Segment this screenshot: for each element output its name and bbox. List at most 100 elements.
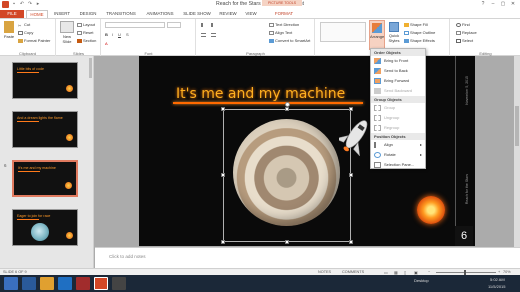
find-button[interactable]: Find	[456, 22, 470, 27]
acrobat-icon[interactable]	[76, 277, 90, 290]
text-direction-button[interactable]: Text Direction	[269, 22, 299, 27]
bold-button[interactable]: B	[105, 32, 108, 37]
align-text-button[interactable]: Align Text	[269, 30, 292, 35]
resize-handle[interactable]	[221, 240, 225, 244]
align-left-button[interactable]	[201, 32, 207, 37]
bring-forward-item[interactable]: Bring Forward	[371, 76, 425, 86]
powerpoint-taskbar-icon[interactable]	[94, 277, 108, 290]
underline-button[interactable]: U	[118, 32, 121, 37]
shadow-button[interactable]: S	[126, 32, 129, 37]
slide-divider	[455, 56, 456, 246]
slide-thumbnail-selected[interactable]: It's me and my machine	[12, 160, 78, 197]
resize-handle[interactable]	[221, 107, 225, 111]
section-button[interactable]: Section	[77, 38, 96, 43]
desktop-toolbar[interactable]: Desktop	[414, 278, 429, 283]
minimize-button[interactable]: –	[488, 0, 498, 8]
slide-thumbnail[interactable]: Eager to join for race	[12, 209, 78, 246]
bring-to-front-item[interactable]: Bring to Front	[371, 56, 425, 66]
tab-slide-show[interactable]: SLIDE SHOW	[180, 10, 214, 18]
tab-view[interactable]: VIEW	[242, 10, 260, 18]
group-item[interactable]: Group	[371, 103, 425, 113]
outlook-icon[interactable]	[58, 277, 72, 290]
clock-time[interactable]: 5:02 AM	[490, 277, 505, 282]
paste-button[interactable]: Paste	[2, 21, 16, 39]
selection-pane-item[interactable]: Selection Pane...	[371, 160, 425, 170]
notes-toggle[interactable]: NOTES	[318, 270, 331, 274]
new-slide-button[interactable]: New Slide	[59, 21, 75, 44]
tab-file[interactable]: FILE	[0, 10, 24, 18]
replace-button[interactable]: Replace	[456, 30, 477, 35]
tab-format[interactable]: FORMAT	[270, 10, 298, 18]
slide-number: 6	[455, 226, 473, 246]
start-icon[interactable]	[4, 277, 18, 290]
help-button[interactable]: ?	[478, 0, 488, 8]
slide-thumbnail[interactable]: And a dream lights the flame	[12, 111, 78, 148]
align-item[interactable]: Align ▸	[371, 140, 425, 150]
font-name-box[interactable]	[105, 22, 165, 28]
quick-styles-button[interactable]: Quick Styles	[386, 20, 402, 50]
regroup-icon	[374, 125, 381, 131]
sun-image[interactable]	[417, 196, 445, 224]
thumbnail-planet	[31, 223, 49, 241]
tab-design[interactable]: DESIGN	[76, 10, 100, 18]
ungroup-item[interactable]: Ungroup	[371, 113, 425, 123]
reset-button[interactable]: Reset	[77, 30, 93, 35]
format-painter-button[interactable]: Format Painter	[18, 38, 50, 43]
tab-home[interactable]: HOME	[26, 10, 48, 18]
slide-thumbnail[interactable]: Little bits of code	[12, 62, 78, 99]
ribbon-tabs: FILE HOME INSERT DESIGN TRANSITIONS ANIM…	[0, 9, 520, 26]
regroup-item[interactable]: Regroup	[371, 123, 425, 133]
cut-button[interactable]: ✂ Cut	[18, 22, 30, 28]
tab-review[interactable]: REVIEW	[216, 10, 240, 18]
copy-button[interactable]: Copy	[18, 30, 33, 35]
convert-smartart-button[interactable]: Convert to SmartArt	[269, 38, 310, 43]
resize-handle[interactable]	[221, 173, 225, 177]
space-shuttle-image[interactable]	[339, 114, 373, 156]
shape-outline-button[interactable]: Shape Outline	[404, 30, 435, 35]
bullets-button[interactable]	[201, 22, 207, 27]
zoom-out-icon[interactable]: −	[428, 270, 430, 274]
scrollbar-thumb[interactable]	[515, 106, 519, 146]
comments-toggle[interactable]: COMMENTS	[342, 270, 364, 274]
thumbnail-underline	[17, 219, 39, 220]
rotate-item[interactable]: Rotate ▸	[371, 150, 425, 160]
shape-effects-button[interactable]: Shape Effects	[404, 38, 435, 43]
align-center-button[interactable]	[211, 32, 217, 37]
resize-handle[interactable]	[349, 173, 353, 177]
maximize-button[interactable]: ▢	[498, 0, 508, 8]
layout-button[interactable]: Layout	[77, 22, 95, 27]
thumbnail-sun	[66, 232, 73, 239]
close-button[interactable]: ✕	[508, 0, 518, 8]
vertical-scrollbar[interactable]	[514, 56, 520, 247]
resize-handle[interactable]	[285, 240, 289, 244]
file-explorer-icon[interactable]	[40, 277, 54, 290]
tab-animations[interactable]: ANIMATIONS	[142, 10, 178, 18]
slide-title[interactable]: It's me and my machine	[176, 86, 345, 102]
select-button[interactable]: Select	[456, 38, 473, 43]
numbering-button[interactable]	[211, 22, 217, 27]
tab-transitions[interactable]: TRANSITIONS	[102, 10, 140, 18]
send-to-back-item[interactable]: Send to Back	[371, 66, 425, 76]
font-color-button[interactable]: A	[105, 41, 108, 46]
shapes-gallery[interactable]	[320, 22, 366, 42]
title-underline	[173, 102, 363, 104]
paragraph-group: Text Direction Align Text Convert to Sma…	[197, 19, 315, 56]
clock-date[interactable]: 11/5/2015	[488, 284, 506, 289]
zoom-slider[interactable]	[436, 272, 496, 273]
resize-handle[interactable]	[285, 107, 289, 111]
resize-handle[interactable]	[349, 107, 353, 111]
app-taskbar-icon[interactable]	[112, 277, 126, 290]
notes-pane[interactable]: Click to add notes	[95, 247, 520, 268]
shape-fill-button[interactable]: Shape Fill	[404, 22, 428, 27]
arrange-button[interactable]: Arrange	[369, 20, 385, 50]
send-backward-item[interactable]: Send Backward	[371, 86, 425, 96]
ie-icon[interactable]	[22, 277, 36, 290]
send-backward-icon	[374, 88, 381, 94]
tab-insert[interactable]: INSERT	[50, 10, 74, 18]
resize-handle[interactable]	[349, 240, 353, 244]
font-size-box[interactable]	[167, 22, 181, 28]
thumbnails-scrollbar[interactable]	[89, 58, 92, 78]
italic-button[interactable]: I	[112, 32, 113, 37]
zoom-level[interactable]: 70%	[503, 270, 511, 274]
zoom-in-icon[interactable]: +	[498, 270, 500, 274]
